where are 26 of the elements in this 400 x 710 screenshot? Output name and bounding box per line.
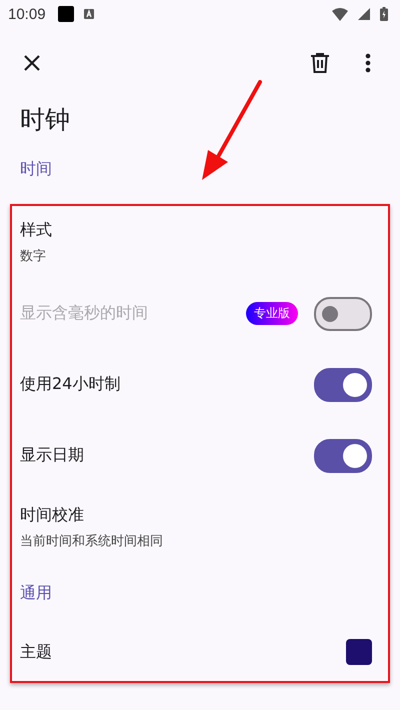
setting-title: 样式	[20, 220, 53, 240]
setting-item[interactable]: 时间校准 当前时间和系统时间相同	[12, 491, 388, 563]
toggle-switch[interactable]	[314, 368, 372, 402]
notification-icon	[58, 6, 74, 22]
page-title: 时钟	[19, 104, 71, 136]
color-swatch[interactable]	[346, 639, 372, 665]
trash-icon	[311, 53, 329, 73]
notification-icon	[84, 9, 94, 19]
section-header: 通用	[19, 582, 53, 604]
status-time: 10:09	[8, 6, 46, 22]
close-icon	[24, 55, 40, 71]
setting-title: 显示含毫秒的时间	[20, 303, 149, 324]
signal-icon	[358, 8, 370, 20]
setting-item[interactable]: 样式 数字	[12, 206, 388, 278]
battery-icon	[380, 7, 388, 21]
setting-value: 当前时间和系统时间相同	[20, 532, 164, 550]
toggle-switch[interactable]	[314, 438, 372, 472]
setting-title: 使用24小时制	[20, 374, 122, 395]
more-icon	[365, 53, 371, 73]
setting-title: 显示日期	[20, 445, 85, 466]
section-header: 时间	[19, 158, 53, 180]
setting-title: 主题	[20, 642, 53, 662]
setting-value: 数字	[20, 248, 47, 264]
wifi-icon	[332, 8, 348, 20]
setting-title: 时间校准	[20, 504, 85, 526]
pro-badge: 专业版	[246, 302, 298, 325]
